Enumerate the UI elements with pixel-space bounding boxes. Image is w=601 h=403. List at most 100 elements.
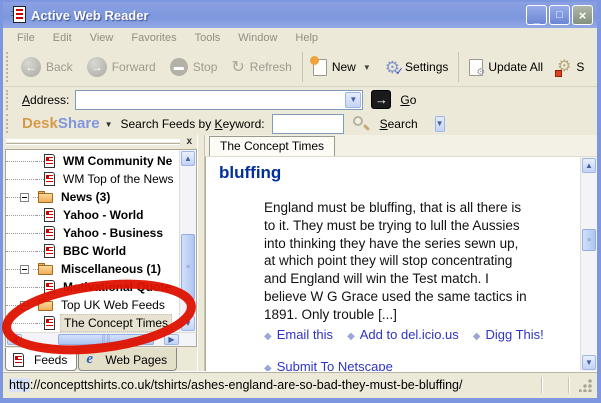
deskshare-dropdown-icon[interactable]: ▼ — [105, 120, 113, 129]
address-input[interactable] — [76, 91, 344, 109]
go-button[interactable]: → — [371, 90, 391, 109]
menu-window[interactable]: Window — [230, 30, 285, 46]
tree-item-label: Motivational Quote — [60, 279, 174, 295]
tree-item[interactable]: Yahoo - World — [6, 206, 179, 224]
sidebar-close-icon[interactable]: x — [184, 137, 194, 147]
address-label: Address: — [22, 93, 69, 107]
folder-icon — [38, 191, 54, 203]
deskshare-logo[interactable]: DeskShare — [22, 115, 100, 132]
tree-item[interactable]: The Concept Times — [6, 314, 179, 332]
article-link-digg-this[interactable]: ◆Digg This! — [473, 327, 544, 342]
minimize-button[interactable]: _ — [526, 5, 547, 25]
tree-item[interactable]: WM Top of the News — [6, 170, 179, 188]
tree-hscroll-thumb[interactable]: ║║ — [58, 334, 154, 345]
tree-scroll-thumb[interactable]: ≡ — [181, 234, 195, 300]
feed-icon — [13, 353, 24, 367]
scroll-down-icon[interactable]: ▼ — [582, 355, 596, 370]
new-document-icon — [313, 59, 327, 76]
main-toolbar: ← Back → Forward ▬ Stop ↻ Refresh New ▼ — [3, 48, 597, 87]
app-window: →→ Active Web Reader _ □ × FileEditViewF… — [0, 0, 601, 403]
sidebar-tab-label: Web Pages — [105, 353, 167, 367]
tree-item[interactable]: Miscellaneous (1) — [6, 260, 179, 278]
sidebar-tabs: Feeds eWeb Pages — [3, 347, 197, 371]
collapse-minus-icon[interactable] — [20, 301, 29, 310]
stop-icon: ▬ — [170, 58, 188, 76]
tree-item[interactable]: News (3) — [6, 188, 179, 206]
feed-icon — [44, 226, 55, 240]
collapse-minus-icon[interactable] — [20, 265, 29, 274]
close-button[interactable]: × — [572, 5, 593, 25]
stop-button[interactable]: ▬ Stop — [163, 54, 225, 80]
tree-item-label: Yahoo - World — [60, 207, 146, 223]
sidebar-tab-feeds[interactable]: Feeds — [5, 348, 77, 371]
pane-splitter[interactable] — [197, 135, 205, 371]
tree-item[interactable]: WM Community Ne — [6, 152, 179, 170]
deskshare-bar-grip[interactable] — [6, 114, 11, 132]
article-link-add-to-del-icio-us[interactable]: ◆Add to del.icio.us — [347, 327, 459, 342]
menu-edit[interactable]: Edit — [45, 30, 80, 46]
sidebar-tab-label: Feeds — [34, 353, 67, 367]
title-bar: →→ Active Web Reader _ □ × — [3, 2, 597, 28]
settings-gear-icon: ⚙✓ — [385, 59, 400, 76]
tree-horizontal-scrollbar[interactable]: ◀ ║║ ▶ — [5, 332, 197, 347]
article-link-email-this[interactable]: ◆Email this — [264, 327, 333, 342]
maximize-button[interactable]: □ — [549, 5, 570, 25]
folder-icon — [38, 263, 54, 275]
update-all-button[interactable]: ⚙ Update All — [462, 55, 550, 80]
scroll-up-icon[interactable]: ▲ — [582, 158, 596, 173]
update-all-icon: ⚙ — [469, 59, 483, 76]
tree-item[interactable]: Top UK Web Feeds — [6, 296, 179, 314]
tree-item[interactable]: Yahoo - Business — [6, 224, 179, 242]
new-dropdown-arrow-icon[interactable]: ▼ — [363, 63, 371, 72]
menu-tools[interactable]: Tools — [187, 30, 229, 46]
forward-button[interactable]: → Forward — [80, 53, 163, 81]
diamond-bullet-icon: ◆ — [264, 331, 272, 342]
sidebar: x WM Community NeWM Top of the NewsNews … — [3, 135, 197, 371]
go-label: Go — [400, 93, 416, 107]
sidebar-pane-header[interactable]: x — [3, 135, 197, 149]
feed-icon — [44, 154, 55, 168]
scroll-left-icon[interactable]: ◀ — [7, 334, 22, 345]
address-bar: Address: ▼ → Go — [3, 87, 597, 112]
feed-icon — [44, 280, 55, 294]
app-icon: →→ — [9, 6, 27, 24]
content-scroll-thumb[interactable]: ≡ — [582, 229, 596, 251]
tree-vertical-scrollbar[interactable]: ▲ ≡ ▼ — [179, 150, 196, 332]
address-bar-grip[interactable] — [6, 90, 11, 110]
keyword-combobox[interactable]: ▼ — [272, 114, 344, 134]
article-link-submit-to-netscape[interactable]: ◆Submit To Netscape — [264, 359, 393, 371]
address-dropdown-icon[interactable]: ▼ — [345, 92, 361, 108]
scroll-right-icon[interactable]: ▶ — [164, 334, 179, 345]
refresh-button[interactable]: ↻ Refresh — [224, 53, 298, 81]
tree-item[interactable]: Motivational Quote — [6, 278, 179, 296]
search-magnifier-icon[interactable] — [352, 115, 370, 133]
menu-help[interactable]: Help — [287, 30, 326, 46]
content-tab-concept-times[interactable]: The Concept Times — [209, 136, 335, 156]
scroll-down-icon[interactable]: ▼ — [181, 316, 195, 331]
settings-button[interactable]: ⚙✓ Settings — [378, 55, 456, 80]
article-link-row: ◆Email this ◆Add to del.icio.us ◆Digg This… — [264, 327, 570, 342]
content-vertical-scrollbar[interactable]: ▲ ≡ ▼ — [580, 157, 597, 371]
resize-grip[interactable] — [579, 378, 593, 392]
keyword-dropdown-icon[interactable]: ▼ — [435, 116, 445, 132]
schedule-button[interactable]: ⚙ S — [550, 55, 591, 79]
search-feeds-button[interactable]: Search — [380, 117, 418, 131]
menu-file[interactable]: File — [9, 30, 43, 46]
tree-item[interactable]: BBC World — [6, 242, 179, 260]
tree-item-label: The Concept Times — [60, 314, 172, 332]
menu-favorites[interactable]: Favorites — [123, 30, 184, 46]
sidebar-tab-web-pages[interactable]: eWeb Pages — [78, 348, 177, 371]
tree-item-label: Top UK Web Feeds — [58, 297, 168, 313]
back-button[interactable]: ← Back — [14, 53, 80, 81]
tree-item-label: BBC World — [60, 243, 129, 259]
collapse-minus-icon[interactable] — [20, 193, 29, 202]
address-combobox[interactable]: ▼ — [75, 90, 363, 110]
menu-view[interactable]: View — [82, 30, 122, 46]
diamond-bullet-icon: ◆ — [347, 331, 355, 342]
back-icon: ← — [21, 57, 41, 77]
tree-item-label: Yahoo - Business — [60, 225, 166, 241]
new-button[interactable]: New ▼ — [306, 55, 378, 80]
post-paragraph: England must be bluffing, that is all th… — [264, 199, 528, 324]
toolbar-grip[interactable] — [6, 52, 11, 82]
scroll-up-icon[interactable]: ▲ — [181, 151, 195, 166]
